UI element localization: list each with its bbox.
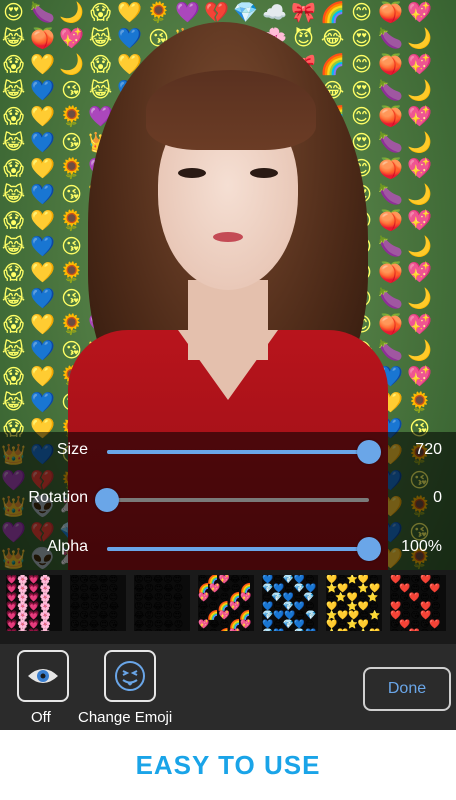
emoji-sticker: 😹: [1, 236, 28, 258]
left-eye: [178, 168, 206, 178]
emoji-sticker: 💙: [30, 392, 57, 414]
smiley-pack[interactable]: 😍😘😊😂😍😘😊😂😍😘😊😂😍😘😊😂😍😘😊😂😍😘😊😂😍😘😊😂😍😘😊😂😍😘😊😂😍😘😊😂…: [70, 575, 126, 631]
lips: [213, 232, 243, 242]
emoji-sticker: 😹: [1, 28, 28, 50]
emoji-sticker: 💖: [407, 2, 434, 24]
size-label: Size: [56, 441, 88, 458]
emoji-sticker: 🌙: [407, 236, 434, 258]
emoji-sticker: 💙: [30, 288, 57, 310]
emoji-sticker: 😍: [3, 2, 26, 24]
emoji-sticker: 💖: [407, 314, 434, 336]
emoji-sticker: 🌙: [407, 184, 434, 206]
emoji-sticker: 💛: [30, 158, 57, 180]
alpha-slider-row: Alpha 100%: [0, 529, 456, 569]
emoji-sticker: 💛: [30, 262, 57, 284]
emoji-sticker: 🌙: [407, 132, 434, 154]
emoji-pack-strip[interactable]: 💗🌸💗🌸💗🌸💗🌸💗🌸💗🌸💗🌸💗🌸💗🌸💗🌸💗🌸💗🌸💗🌸💗🌸💗🌸💗🌸💗🌸💗🌸💗🌸💗🌸…: [0, 570, 456, 644]
mixed-pack[interactable]: 😍🌈💖😂😍🌈💖😂😍🌈💖😂😍🌈💖😂😍🌈💖😂😍🌈💖😍🌈💖😂😍🌈💖😂😍🌈💖😂😍🌈💖😂😍…: [198, 575, 254, 631]
emoji-sticker: 😹: [1, 184, 28, 206]
emoji-sticker: 💖: [407, 106, 434, 128]
hearts-pack[interactable]: 💗🌸💗🌸💗🌸💗🌸💗🌸💗🌸💗🌸💗🌸💗🌸💗🌸💗🌸💗🌸💗🌸💗🌸💗🌸💗🌸💗🌸💗🌸💗🌸💗🌸…: [6, 575, 62, 631]
red-smiley-pack[interactable]: 😡😍😂😡😍😂😡😍😂😡😍😂😡😍😂😡😍😂😡😍😂😡😍😡😍😂😡😍😂😡😍😂😡😍😂😡😍😂😡😍…: [134, 575, 190, 631]
emoji-sticker: 🌙: [407, 288, 434, 310]
emoji-sticker: 🍆: [30, 2, 57, 24]
emoji-sticker: 💙: [30, 132, 57, 154]
emoji-sticker: 💖: [407, 158, 434, 180]
emoji-sticker: 😱: [3, 210, 26, 232]
emoji-sticker: 💖: [407, 262, 434, 284]
size-slider-thumb[interactable]: [357, 440, 381, 464]
bottom-toolbar: Off Change Emoji Done: [0, 644, 456, 730]
change-emoji-button[interactable]: [104, 650, 156, 702]
emoji-sticker: 💙: [30, 184, 57, 206]
emoji-sticker: 😹: [1, 288, 28, 310]
emoji-sticker: 💙: [30, 236, 57, 258]
emoji-sticker: 😹: [1, 392, 28, 414]
rotation-value: 0: [433, 489, 442, 506]
bangs: [146, 70, 316, 150]
toggle-visibility-button[interactable]: [17, 650, 69, 702]
eye-icon: [28, 669, 58, 683]
tongue-face-icon: [115, 661, 145, 691]
emoji-sticker: 💛: [30, 210, 57, 232]
emoji-sticker: 💖: [407, 366, 434, 388]
toggle-label: Off: [31, 709, 51, 726]
emoji-sticker: 😹: [1, 80, 28, 102]
alpha-slider-fill: [107, 547, 369, 551]
rotation-slider[interactable]: [95, 488, 369, 512]
alpha-label: Alpha: [47, 538, 88, 555]
emoji-sticker: 😱: [3, 366, 26, 388]
neck: [188, 280, 268, 360]
rotation-slider-thumb[interactable]: [95, 488, 119, 512]
emoji-sticker: 😱: [3, 314, 26, 336]
size-slider[interactable]: [107, 440, 381, 464]
alpha-value: 100%: [401, 538, 442, 555]
emoji-sticker: 😱: [3, 54, 26, 76]
emoji-sticker: 😹: [1, 340, 28, 362]
love-pack[interactable]: ❤️😍😘❤️😍😘❤️😍😘❤️😍😘❤️😍😘❤️😍😘❤️😍❤️😍😘❤️😍😘❤️😍😘❤…: [390, 575, 446, 631]
alpha-slider[interactable]: [107, 537, 381, 561]
right-eye: [250, 168, 278, 178]
emoji-sticker: 💙: [30, 80, 57, 102]
emoji-sticker: 😱: [3, 158, 26, 180]
size-slider-fill: [107, 450, 369, 454]
emoji-sticker: 😱: [3, 106, 26, 128]
emoji-sticker: 🍑: [30, 28, 57, 50]
emoji-sticker: 💖: [407, 54, 434, 76]
alpha-slider-thumb[interactable]: [357, 537, 381, 561]
emoji-sticker: 💛: [30, 366, 57, 388]
blue-pack[interactable]: 💙😊💎💙😊💎💙😊💎💙😊💎💙😊💎💙😊💎💙😊💎💙💙😊💎💙😊💎💙😊💎💙😊💎💙😊💎💙😊💎…: [262, 575, 318, 631]
emoji-sticker: 😹: [1, 132, 28, 154]
size-value: 720: [415, 441, 442, 458]
promo-caption: EASY TO USE: [0, 730, 456, 800]
emoji-sticker: 💛: [30, 314, 57, 336]
rotation-label: Rotation: [28, 489, 88, 506]
emoji-sticker: 💖: [407, 210, 434, 232]
change-emoji-label: Change Emoji: [78, 709, 173, 726]
caption-title: EASY TO USE: [135, 749, 321, 780]
done-button[interactable]: Done: [363, 667, 451, 711]
emoji-sticker: 🌙: [407, 80, 434, 102]
emoji-sticker: 💙: [30, 340, 57, 362]
emoji-sticker: 😱: [3, 262, 26, 284]
emoji-sticker: 💛: [30, 106, 57, 128]
rotation-slider-row: Rotation 0: [0, 480, 456, 520]
adjustment-panel: Size 720 Rotation 0 Alpha 100%: [0, 432, 456, 570]
emoji-sticker: 🌙: [407, 340, 434, 362]
yellow-pack[interactable]: 💛😊⭐💛😊⭐💛😊⭐💛😊⭐💛😊⭐💛😊⭐💛😊⭐💛💛😊⭐💛😊⭐💛😊⭐💛😊⭐💛😊⭐💛😊⭐…: [326, 575, 382, 631]
emoji-sticker: 🌙: [407, 28, 434, 50]
size-slider-row: Size 720: [0, 432, 456, 472]
emoji-sticker: 💛: [30, 54, 57, 76]
emoji-sticker: 🌻: [407, 392, 434, 414]
